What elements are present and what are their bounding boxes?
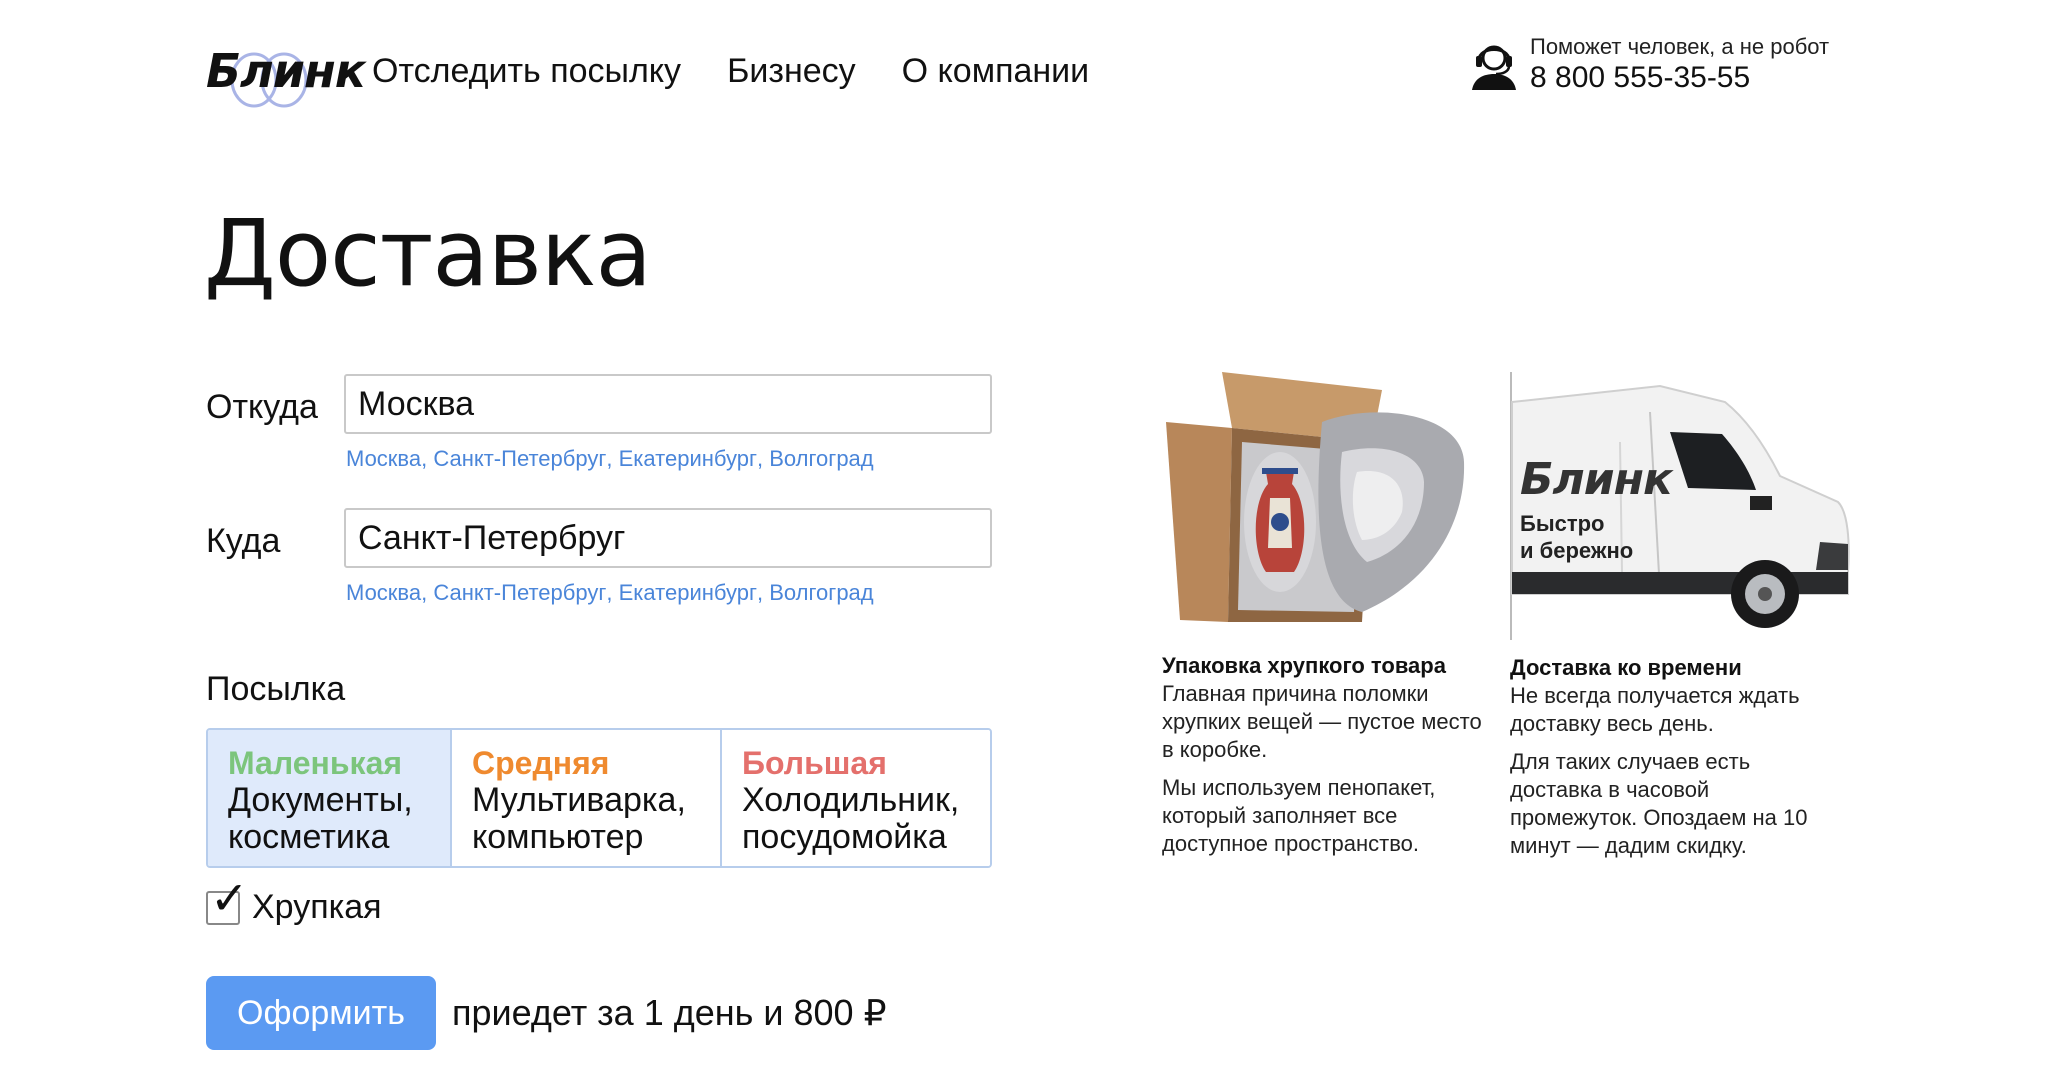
size-desc-medium-2: компьютер	[472, 818, 644, 856]
nav-about[interactable]: О компании	[902, 52, 1090, 91]
to-suggest-spb[interactable]: Санкт-Петербруг	[433, 580, 606, 606]
logo[interactable]: Блинк	[206, 42, 366, 112]
main-nav: Отследить посылку Бизнесу О компании	[372, 52, 1089, 91]
submit-button[interactable]: Оформить	[206, 976, 436, 1050]
parcel-size-selector: Маленькая Документы, косметика Средняя М…	[206, 728, 992, 868]
operator-headset-icon	[1472, 45, 1516, 90]
size-option-medium[interactable]: Средняя Мультиварка, компьютер	[452, 730, 722, 866]
card-packaging-title: Упаковка хрупкого товара	[1162, 653, 1446, 678]
size-name-small: Маленькая	[228, 745, 403, 781]
nav-track-parcel[interactable]: Отследить посылку	[372, 52, 681, 91]
card-packaging: Упаковка хрупкого товара Главная причина…	[1162, 652, 1482, 868]
van-icon	[1510, 372, 1850, 640]
suggest-sep: ,	[757, 580, 770, 605]
fragile-packaging-image	[1166, 372, 1465, 622]
from-suggest-volgograd[interactable]: Волгоград	[769, 446, 873, 472]
from-label: Откуда	[206, 388, 318, 426]
size-option-small[interactable]: Маленькая Документы, косметика	[208, 730, 452, 866]
size-desc-small-2: косметика	[228, 818, 390, 856]
size-option-large[interactable]: Большая Холодильник, посудомойка	[722, 730, 990, 866]
size-desc-small-1: Документы,	[228, 781, 413, 819]
suggest-sep: ,	[421, 580, 434, 605]
size-desc-large-2: посудомойка	[742, 818, 947, 856]
fragile-option[interactable]: ✓ Хрупкая	[206, 873, 382, 927]
from-suggestions: Москва, Санкт-Петербруг, Екатеринбург, В…	[346, 446, 874, 472]
delivery-estimate: приедет за 1 день и 800 ₽	[452, 992, 887, 1033]
van-brand: Блинк	[1520, 454, 1673, 505]
checkmark-icon: ✓	[210, 871, 249, 924]
size-desc-medium-1: Мультиварка,	[472, 781, 686, 819]
card-packaging-text-1: Главная причина поломки хрупких вещей — …	[1162, 681, 1482, 762]
size-desc-large-1: Холодильник,	[742, 781, 960, 819]
van-slogan-1: Быстро	[1520, 511, 1605, 536]
suggest-sep: ,	[606, 446, 619, 471]
card-timed-text-2: Для таких случаев есть доставка в часово…	[1510, 749, 1808, 858]
suggest-sep: ,	[606, 580, 619, 605]
to-label: Куда	[206, 522, 281, 560]
to-suggest-volgograd[interactable]: Волгоград	[769, 580, 873, 606]
van-slogan-2: и бережно	[1520, 538, 1634, 563]
fragile-checkbox[interactable]: ✓	[206, 873, 249, 925]
support-phone[interactable]: 8 800 555-35-55	[1530, 60, 1829, 96]
fragile-label: Хрупкая	[252, 888, 382, 926]
from-suggest-moscow[interactable]: Москва	[346, 446, 421, 472]
size-name-medium: Средняя	[472, 745, 610, 781]
nav-business[interactable]: Бизнесу	[727, 52, 856, 91]
suggest-sep: ,	[757, 446, 770, 471]
page-title: Доставка	[204, 200, 652, 307]
to-input[interactable]	[344, 508, 992, 568]
from-input[interactable]	[344, 374, 992, 434]
to-suggest-moscow[interactable]: Москва	[346, 580, 421, 606]
from-suggest-ekb[interactable]: Екатеринбург	[619, 446, 757, 472]
card-timed-delivery: Доставка ко времени Не всегда получается…	[1510, 654, 1830, 870]
logo-text: Блинк	[206, 44, 366, 98]
support-block: Поможет человек, а не робот 8 800 555-35…	[1468, 34, 1829, 96]
delivery-van-image: Блинк Быстро и бережно	[1510, 372, 1850, 640]
from-suggest-spb[interactable]: Санкт-Петербруг	[433, 446, 606, 472]
size-name-large: Большая	[742, 745, 887, 781]
support-note: Поможет человек, а не робот	[1530, 34, 1830, 59]
card-packaging-text-2: Мы используем пенопакет, который заполня…	[1162, 775, 1436, 856]
to-suggest-ekb[interactable]: Екатеринбург	[619, 580, 757, 606]
parcel-label: Посылка	[206, 670, 346, 708]
card-timed-text-1: Не всегда получается ждать доставку весь…	[1510, 683, 1800, 736]
suggest-sep: ,	[421, 446, 434, 471]
to-suggestions: Москва, Санкт-Петербруг, Екатеринбург, В…	[346, 580, 874, 606]
card-timed-title: Доставка ко времени	[1510, 655, 1742, 680]
